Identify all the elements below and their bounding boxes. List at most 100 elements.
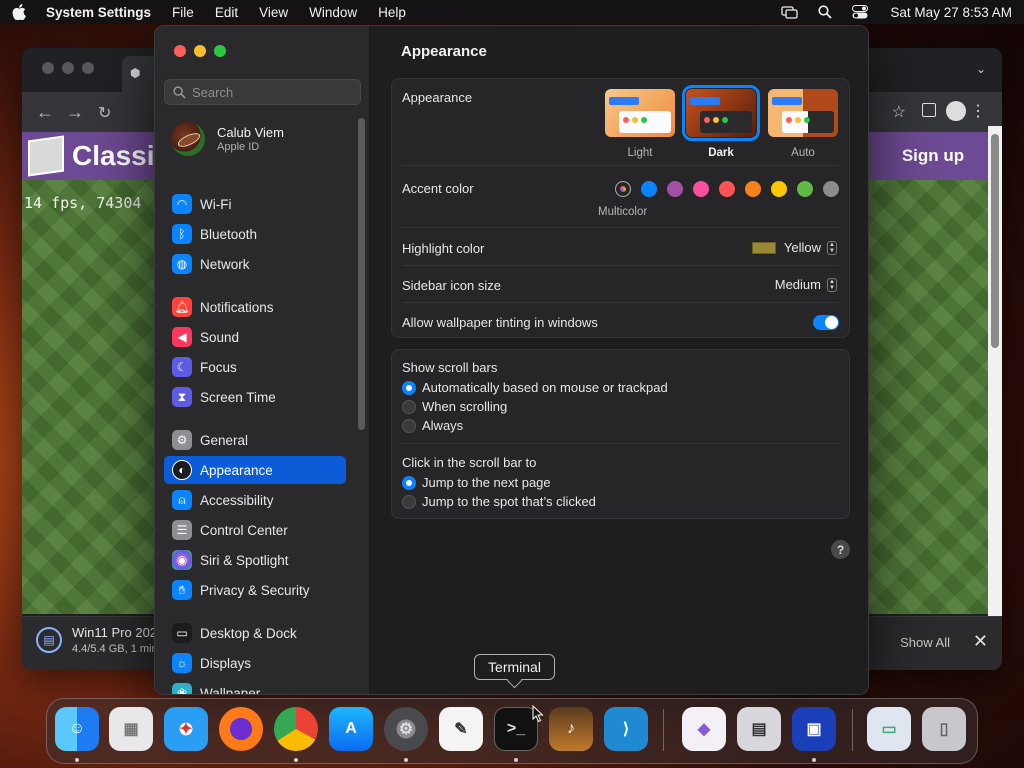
theme-option-dark[interactable]: Dark: [682, 85, 760, 159]
sidebar-item-appearance[interactable]: ◐ Appearance: [164, 456, 346, 484]
menu-window[interactable]: Window: [309, 5, 357, 20]
highlight-color-select[interactable]: Yellow ▲ ▼: [751, 240, 837, 255]
globe-icon: ◍: [172, 254, 192, 274]
firefox-icon[interactable]: [219, 707, 263, 751]
system-settings-icon[interactable]: ⚙: [384, 707, 428, 751]
bookmark-star-icon[interactable]: ☆: [892, 102, 906, 122]
visual-studio-icon[interactable]: ◆: [682, 707, 726, 751]
scroll-option-automatic[interactable]: Automatically based on mouse or trackpad: [402, 380, 668, 395]
close-window-button[interactable]: [174, 45, 186, 57]
accent-color-swatch[interactable]: [823, 181, 839, 197]
sign-up-button[interactable]: Sign up: [878, 132, 988, 180]
radio-button[interactable]: [402, 418, 416, 433]
radio-button[interactable]: [402, 399, 416, 414]
radio-button[interactable]: [402, 380, 416, 395]
app-name-menu[interactable]: System Settings: [46, 5, 151, 20]
scroll-option-label: Automatically based on mouse or trackpad: [422, 380, 668, 395]
dock-separator: [852, 709, 853, 751]
chrome-icon[interactable]: [274, 707, 318, 751]
downloads-icon[interactable]: ▭: [867, 707, 911, 751]
trash-icon[interactable]: ▯: [922, 707, 966, 751]
sidebar-item-wallpaper[interactable]: ❀ Wallpaper: [164, 679, 346, 694]
menu-edit[interactable]: Edit: [215, 5, 238, 20]
sidebar-item-general[interactable]: ⚙ General: [164, 426, 346, 454]
app-store-icon[interactable]: A: [329, 707, 373, 751]
sidebar-icon-size-select[interactable]: Medium ▲ ▼: [775, 277, 837, 292]
tab-list-chevron-icon[interactable]: ⌄: [976, 62, 986, 76]
browser-zoom-dot[interactable]: [82, 62, 94, 74]
zoom-window-button[interactable]: [214, 45, 226, 57]
browser-scroll-thumb[interactable]: [991, 134, 999, 348]
click-option-next-page[interactable]: Jump to the next page: [402, 475, 551, 490]
sidebar-item-siri-spotlight[interactable]: ◉ Siri & Spotlight: [164, 546, 346, 574]
radio-button[interactable]: [402, 475, 416, 490]
theme-option-auto[interactable]: Auto: [768, 89, 838, 159]
apple-menu-icon[interactable]: [12, 4, 26, 20]
sidebar-item-control-center[interactable]: ☰ Control Center: [164, 516, 346, 544]
scroll-option-always[interactable]: Always: [402, 418, 463, 433]
finder-icon[interactable]: ☺: [55, 707, 99, 751]
browser-minimize-dot[interactable]: [62, 62, 74, 74]
simulator-icon[interactable]: ▣: [792, 707, 836, 751]
textedit-icon[interactable]: ✎: [439, 707, 483, 751]
radio-button[interactable]: [402, 494, 416, 509]
show-all-downloads-button[interactable]: Show All: [900, 635, 950, 650]
sidebar-item-focus[interactable]: ☾ Focus: [164, 353, 346, 381]
theme-option-light[interactable]: Light: [605, 89, 675, 159]
forward-arrow-icon[interactable]: →: [66, 102, 84, 123]
sidebar-item-desktop-dock[interactable]: ▭ Desktop & Dock: [164, 619, 346, 647]
sidebar-scrollbar[interactable]: [358, 118, 365, 430]
launchpad-icon[interactable]: ▦: [109, 707, 153, 751]
accent-color-swatch[interactable]: [615, 181, 631, 197]
menu-file[interactable]: File: [172, 5, 194, 20]
accent-color-swatch[interactable]: [641, 181, 657, 197]
display-icon: ☼: [172, 653, 192, 673]
profile-icon[interactable]: [946, 101, 966, 121]
sidebar-item-bluetooth[interactable]: ᛒ Bluetooth: [164, 220, 346, 248]
browser-menu-icon[interactable]: ⋮: [970, 101, 986, 121]
minimize-window-button[interactable]: [194, 45, 206, 57]
sidebar-item-label: Network: [200, 256, 250, 272]
accent-color-swatch[interactable]: [693, 181, 709, 197]
close-download-bar-icon[interactable]: ✕: [973, 631, 988, 652]
side-panel-icon[interactable]: [922, 103, 936, 117]
visual-studio-code-icon[interactable]: ⟩: [604, 707, 648, 751]
sidebar-item-screen-time[interactable]: ⧗ Screen Time: [164, 383, 346, 411]
sidebar-item-displays[interactable]: ☼ Displays: [164, 649, 346, 677]
accent-color-swatch[interactable]: [797, 181, 813, 197]
download-item[interactable]: ▤ Win11 Pro 202 4.4/5.4 GB, 1 min: [36, 625, 158, 655]
sidebar-item-notifications[interactable]: 🔔︎ Notifications: [164, 293, 346, 321]
control-center-icon[interactable]: [851, 5, 868, 19]
accent-color-swatch[interactable]: [719, 181, 735, 197]
search-icon: [173, 85, 186, 99]
sidebar-item-network[interactable]: ◍ Network: [164, 250, 346, 278]
safari-icon[interactable]: ✦: [164, 707, 208, 751]
chevron-updown-icon: ▲ ▼: [827, 240, 837, 255]
accent-color-swatch[interactable]: [667, 181, 683, 197]
sidebar-item-accessibility[interactable]: ⍝ Accessibility: [164, 486, 346, 514]
back-arrow-icon[interactable]: ←: [36, 102, 54, 123]
calculator-icon[interactable]: ▤: [737, 707, 781, 751]
sidebar-item-privacy-security[interactable]: ✋︎ Privacy & Security: [164, 576, 346, 604]
scroll-option-when-scrolling[interactable]: When scrolling: [402, 399, 507, 414]
accent-color-swatch[interactable]: [771, 181, 787, 197]
click-option-spot-clicked[interactable]: Jump to the spot that’s clicked: [402, 494, 596, 509]
menu-clock[interactable]: Sat May 27 8:53 AM: [890, 5, 1012, 20]
spotlight-search-icon[interactable]: [816, 5, 833, 19]
menu-view[interactable]: View: [259, 5, 288, 20]
garageband-icon[interactable]: ♪: [549, 707, 593, 751]
browser-scrollbar[interactable]: [988, 126, 1002, 616]
settings-search-input[interactable]: Search: [164, 79, 361, 105]
highlight-color-value: Yellow: [783, 240, 821, 255]
accent-color-swatch[interactable]: [745, 181, 761, 197]
sidebar-item-sound[interactable]: ◀ Sound: [164, 323, 346, 351]
menu-help[interactable]: Help: [378, 5, 406, 20]
sidebar-item-wi-fi[interactable]: ◠ Wi-Fi: [164, 190, 346, 218]
browser-close-dot[interactable]: [42, 62, 54, 74]
wallpaper-tinting-toggle[interactable]: [813, 315, 839, 330]
help-button[interactable]: ?: [831, 540, 850, 559]
reload-icon[interactable]: ↻: [98, 103, 111, 123]
site-logo[interactable]: Classic: [22, 132, 170, 180]
screen-mirroring-icon[interactable]: [781, 5, 799, 19]
apple-id-account[interactable]: Calub Viem Apple ID: [171, 122, 284, 156]
